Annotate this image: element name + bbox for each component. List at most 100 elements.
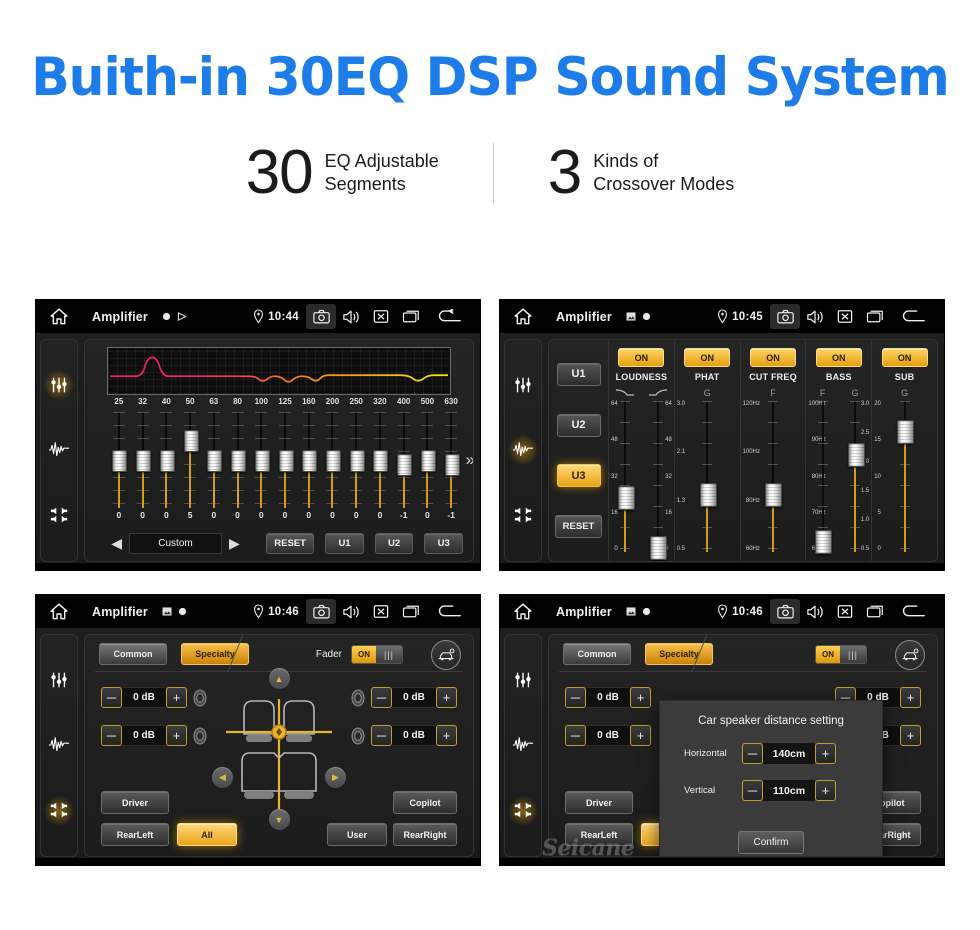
home-icon[interactable] xyxy=(48,306,70,328)
recent-apps-icon[interactable] xyxy=(396,304,426,329)
slider-knob[interactable] xyxy=(765,482,783,507)
slider-knob[interactable] xyxy=(617,485,635,510)
rail-item-equalizer[interactable] xyxy=(508,370,538,400)
gain-decrease-button[interactable]: ─ xyxy=(101,687,122,708)
home-icon[interactable] xyxy=(512,601,534,623)
crossover-slider-loudness-0[interactable]: 64 48 32 16 0 xyxy=(609,398,641,555)
loudness-toggle[interactable]: ON xyxy=(618,348,665,367)
fader-toggle[interactable]: ON ||| xyxy=(351,645,403,664)
rail-item-equalizer[interactable] xyxy=(44,369,74,400)
preset-u2-button[interactable]: U2 xyxy=(374,532,414,554)
eq-slider-knob[interactable] xyxy=(112,450,128,472)
seat-rearleft-button[interactable]: RearLeft xyxy=(101,823,169,846)
eq-slider-knob[interactable] xyxy=(183,430,199,452)
reset-button[interactable]: RESET xyxy=(555,515,602,539)
camera-icon[interactable] xyxy=(306,304,336,329)
eq-slider-knob[interactable] xyxy=(136,450,152,472)
back-arrow-icon[interactable] xyxy=(430,304,468,329)
preset-u3-button[interactable]: U3 xyxy=(424,532,463,554)
eq-slider-knob[interactable] xyxy=(231,450,247,472)
mute-x-icon[interactable] xyxy=(830,304,860,329)
preset-u2-button[interactable]: U2 xyxy=(556,413,601,437)
eq-slider-200[interactable] xyxy=(321,412,345,508)
gain-increase-button[interactable]: + xyxy=(436,725,457,746)
crossover-slider-cut-freq-0[interactable]: 120Hz 100Hz 80Hz 60Hz xyxy=(741,398,806,555)
gain-increase-button[interactable]: + xyxy=(166,725,187,746)
camera-icon[interactable] xyxy=(770,304,800,329)
gain-increase-button[interactable]: + xyxy=(166,687,187,708)
slider-knob[interactable] xyxy=(897,419,915,444)
eq-slider-40[interactable] xyxy=(154,412,178,508)
gain-decrease-button[interactable]: ─ xyxy=(565,687,586,708)
tab-common[interactable]: Common xyxy=(99,643,167,665)
gain-decrease-button[interactable]: ─ xyxy=(371,725,392,746)
mute-x-icon[interactable] xyxy=(366,599,396,624)
eq-slider-knob[interactable] xyxy=(420,450,436,472)
eq-slider-knob[interactable] xyxy=(302,450,318,472)
preset-u3-button[interactable]: U3 xyxy=(556,464,601,488)
vertical-increase-button[interactable]: + xyxy=(815,780,836,801)
home-icon[interactable] xyxy=(512,306,534,328)
camera-icon[interactable] xyxy=(770,599,800,624)
rail-item-equalizer[interactable] xyxy=(44,665,74,695)
rail-item-equalizer[interactable] xyxy=(508,665,538,695)
crossover-slider-bass-0[interactable]: 100Hz90Hz80Hz70Hz60Hz xyxy=(806,398,838,555)
eq-slider-knob[interactable] xyxy=(254,450,270,472)
mute-x-icon[interactable] xyxy=(830,599,860,624)
reset-button[interactable]: RESET xyxy=(266,532,315,554)
rail-item-balance[interactable] xyxy=(508,796,538,827)
rail-item-waveform[interactable] xyxy=(508,730,538,760)
bass-toggle[interactable]: ON xyxy=(815,348,862,367)
eq-slider-32[interactable] xyxy=(131,412,155,508)
volume-icon[interactable] xyxy=(336,599,366,624)
next-page-chevron-icon[interactable]: » xyxy=(466,450,473,470)
confirm-button[interactable]: Confirm xyxy=(738,831,804,854)
crossover-slider-loudness-1[interactable]: 644832160 xyxy=(641,398,673,560)
recent-apps-icon[interactable] xyxy=(860,304,890,329)
gain-increase-button[interactable]: + xyxy=(436,687,457,708)
volume-icon[interactable] xyxy=(336,304,366,329)
crossover-slider-phat-0[interactable]: 3.0 2.1 1.3 0.5 xyxy=(675,398,740,555)
gain-increase-button[interactable]: + xyxy=(900,687,921,708)
tab-common[interactable]: Common xyxy=(563,643,631,665)
eq-slider-knob[interactable] xyxy=(325,450,341,472)
rail-item-waveform[interactable] xyxy=(44,730,74,760)
cut-freq-toggle[interactable]: ON xyxy=(749,348,796,367)
vertical-decrease-button[interactable]: ─ xyxy=(742,780,763,801)
eq-slider-bank[interactable] xyxy=(107,412,463,508)
move-down-button[interactable]: ▼ xyxy=(268,809,290,830)
recent-apps-icon[interactable] xyxy=(396,599,426,624)
recent-apps-icon[interactable] xyxy=(860,599,890,624)
car-settings-icon[interactable] xyxy=(895,640,925,670)
seat-all-button[interactable]: All xyxy=(177,823,237,846)
home-icon[interactable] xyxy=(48,601,70,623)
car-settings-icon[interactable] xyxy=(431,640,461,670)
phat-toggle[interactable]: ON xyxy=(684,348,731,367)
rail-item-balance[interactable] xyxy=(508,501,538,531)
gain-increase-button[interactable]: + xyxy=(630,725,651,746)
eq-slider-160[interactable] xyxy=(297,412,321,508)
seat-copilot-button[interactable]: Copilot xyxy=(393,791,457,814)
slider-knob[interactable] xyxy=(815,529,833,554)
move-up-button[interactable]: ▲ xyxy=(268,668,290,689)
eq-slider-50[interactable] xyxy=(178,412,202,508)
eq-slider-400[interactable] xyxy=(392,412,416,508)
eq-slider-250[interactable] xyxy=(344,412,368,508)
horizontal-increase-button[interactable]: + xyxy=(815,743,836,764)
camera-icon[interactable] xyxy=(306,599,336,624)
eq-slider-100[interactable] xyxy=(249,412,273,508)
seat-position-graphic[interactable] xyxy=(222,677,336,822)
eq-slider-25[interactable] xyxy=(107,412,131,508)
gain-decrease-button[interactable]: ─ xyxy=(371,687,392,708)
rail-item-balance[interactable] xyxy=(44,796,74,827)
seat-rearright-button[interactable]: RearRight xyxy=(393,823,457,846)
preset-u1-button[interactable]: U1 xyxy=(325,532,364,554)
eq-slider-knob[interactable] xyxy=(373,450,389,472)
horizontal-decrease-button[interactable]: ─ xyxy=(742,743,763,764)
seat-driver-button[interactable]: Driver xyxy=(101,791,169,814)
rail-item-waveform[interactable] xyxy=(508,435,538,466)
back-arrow-icon[interactable] xyxy=(430,599,468,624)
eq-slider-knob[interactable] xyxy=(397,454,413,476)
eq-slider-63[interactable] xyxy=(202,412,226,508)
mute-x-icon[interactable] xyxy=(366,304,396,329)
